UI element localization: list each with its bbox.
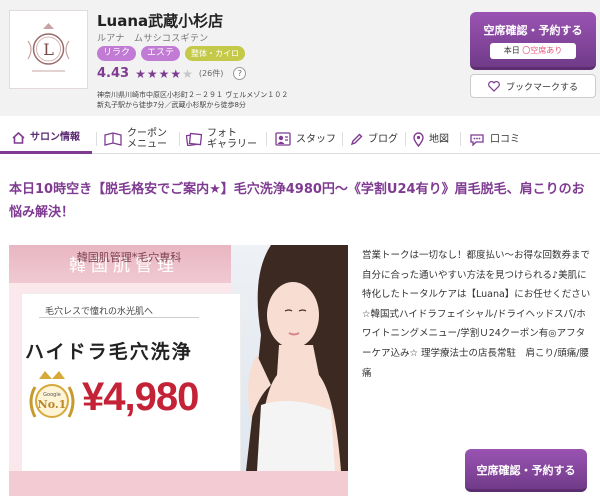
- bookmark-button[interactable]: ブックマークする: [470, 74, 596, 98]
- map-pin-icon: [413, 131, 424, 147]
- banner-subtitle: 毛穴レスで憧れの水光肌へ: [45, 307, 154, 317]
- vacancy-status: 〇空席あり: [522, 46, 563, 55]
- salon-tabs: サロン情報 クーポン メニュー フォト ギャラリー スタッフ ブログ 地図 口コ…: [0, 124, 600, 154]
- heart-icon: [488, 80, 500, 92]
- model-image: [231, 245, 348, 471]
- home-icon: [12, 131, 25, 144]
- tab-label: サロン情報: [30, 132, 80, 143]
- reserve-button-label: 空席確認・予約する: [483, 24, 583, 37]
- genre-tags: リラク エステ 整体・カイロ: [97, 46, 246, 61]
- tab-reviews[interactable]: 口コミ: [469, 124, 520, 154]
- svg-text:No.1: No.1: [38, 398, 67, 411]
- star-icon: ★: [182, 66, 193, 81]
- salon-description: 営業トークは一切なし！都度払い～お得な回数券まで自分に合った通いやすい方法を見つ…: [362, 250, 591, 379]
- tab-label: クーポン メニュー: [127, 128, 167, 150]
- banner-footer-band: [9, 471, 348, 496]
- genre-tag-esthe[interactable]: エステ: [141, 46, 181, 61]
- banner-footer-text: 韓国肌管理*毛穴専科: [76, 251, 182, 264]
- tab-photo-gallery[interactable]: フォト ギャラリー: [186, 124, 257, 154]
- photo-icon: [186, 132, 202, 146]
- rating-stars: ★ ★ ★ ★ ★: [135, 67, 193, 81]
- banner-divider: [39, 317, 199, 318]
- tab-blog[interactable]: ブログ: [350, 124, 398, 154]
- banner-main-text: ハイドラ毛穴洗浄: [25, 341, 193, 363]
- tab-salon-info[interactable]: サロン情報: [0, 124, 92, 154]
- tab-label: 口コミ: [490, 133, 520, 145]
- bookmark-label: ブックマークする: [505, 82, 578, 93]
- coupon-icon: [104, 132, 122, 146]
- svg-text:L: L: [43, 40, 54, 59]
- pencil-icon: [350, 133, 363, 145]
- tab-label: フォト ギャラリー: [207, 128, 257, 150]
- tab-label: ブログ: [368, 133, 398, 145]
- access-line: 新丸子駅から徒歩7分／武蔵小杉駅から徒歩8分: [97, 101, 246, 109]
- reserve-button[interactable]: 空席確認・予約する 本日 〇空席あり: [470, 12, 596, 70]
- genre-tag-chiro[interactable]: 整体・カイロ: [185, 46, 246, 61]
- salon-main-image[interactable]: 韓国肌管理 毛穴レスで憧れの水光肌へ ハイドラ毛穴洗浄 Google No.1 …: [9, 245, 348, 496]
- laurel-badge-icon: Google No.1: [29, 371, 75, 418]
- tab-label: 地図: [429, 133, 449, 145]
- rating-value: 4.43: [97, 66, 130, 81]
- chat-icon: [470, 133, 484, 146]
- rating-row: 4.43 ★ ★ ★ ★ ★ (26件) ?: [97, 66, 247, 81]
- shop-header: L Luana武蔵小杉店 ルアナ ムサシコスギテン リラク エステ 整体・カイロ…: [0, 0, 600, 116]
- shop-name: Luana武蔵小杉店: [97, 12, 224, 30]
- genre-tag-relax[interactable]: リラク: [97, 46, 137, 61]
- star-icon: ★: [158, 66, 170, 81]
- review-count[interactable]: (26件): [199, 68, 223, 79]
- star-icon: ★: [170, 66, 182, 81]
- star-icon: ★: [146, 66, 158, 81]
- address-line: 神奈川県川崎市中原区小杉町２－２９１ ヴェルメゾン１０２: [97, 91, 289, 99]
- salon-catchcopy: 本日10時空き【脱毛格安でご案内★】毛穴洗浄4980円～《学割U24有り》眉毛脱…: [9, 182, 585, 220]
- reserve-button-label: 空席確認・予約する: [476, 464, 576, 477]
- shop-address: 神奈川県川崎市中原区小杉町２－２９１ ヴェルメゾン１０２ 新丸子駅から徒歩7分／…: [97, 90, 288, 110]
- tab-coupon-menu[interactable]: クーポン メニュー: [104, 124, 167, 154]
- help-icon[interactable]: ?: [233, 67, 247, 80]
- tab-staff[interactable]: スタッフ: [275, 124, 336, 154]
- vacancy-today-label: 本日: [503, 46, 520, 55]
- star-icon: ★: [135, 66, 146, 81]
- staff-icon: [275, 132, 291, 146]
- reserve-button-bottom[interactable]: 空席確認・予約する: [465, 449, 587, 492]
- tab-label: スタッフ: [296, 133, 336, 145]
- shop-logo: L: [9, 10, 88, 89]
- banner-price: ¥4,980: [82, 375, 199, 419]
- tab-map[interactable]: 地図: [413, 124, 449, 154]
- vacancy-badge: 本日 〇空席あり: [490, 43, 576, 59]
- shop-name-kana: ルアナ ムサシコスギテン: [97, 34, 209, 44]
